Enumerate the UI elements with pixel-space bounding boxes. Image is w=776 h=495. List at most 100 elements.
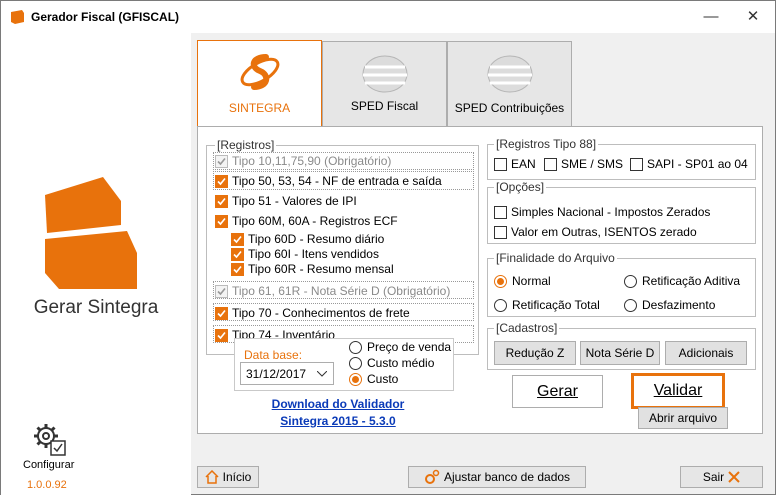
cadastros-legend: [Cadastros]: [494, 321, 560, 335]
tipo88-option-label: EAN: [511, 157, 536, 171]
checkbox[interactable]: [231, 232, 244, 246]
tab-sintegra[interactable]: SINTEGRA: [197, 40, 322, 127]
tipo88-option[interactable]: SME / SMS: [544, 156, 623, 172]
opcoes-option[interactable]: Simples Nacional - Impostos Zerados: [494, 204, 710, 220]
finalidade-option[interactable]: Normal: [494, 273, 551, 289]
version-label: 1.0.0.92: [27, 479, 67, 491]
close-button[interactable]: ✕: [743, 7, 763, 27]
tipo88-option[interactable]: SAPI - SP01 ao 04: [630, 156, 748, 172]
opcoes-option-label: Simples Nacional - Impostos Zerados: [511, 205, 711, 219]
inicio-label: Início: [222, 470, 252, 484]
registro-tipo-row-label: Tipo 51 - Valores de IPI: [232, 194, 357, 208]
registro-tipo-row[interactable]: Tipo 60D - Resumo diário: [231, 231, 384, 247]
inventario-option[interactable]: Preço de venda: [349, 339, 451, 355]
checkbox[interactable]: [544, 157, 557, 171]
abrir-arquivo-button[interactable]: Abrir arquivo: [638, 407, 728, 429]
registro-tipo-row[interactable]: Tipo 60R - Resumo mensal: [231, 261, 394, 277]
checkbox: [215, 284, 228, 298]
config-gear-icon[interactable]: [31, 421, 67, 457]
ajustar-banco-button[interactable]: Ajustar banco de dados: [408, 466, 586, 488]
checkbox[interactable]: [215, 306, 228, 320]
chevron-down-icon[interactable]: [317, 371, 327, 377]
registro-tipo-row[interactable]: Tipo 70 - Conhecimentos de frete: [215, 305, 410, 321]
inventario-option-label: Preço de venda: [367, 340, 452, 354]
nota-serie-d-button[interactable]: Nota Série D: [580, 341, 660, 365]
radio[interactable]: [624, 274, 637, 288]
tab-sped-contribuicoes[interactable]: SPED Contribuições: [447, 41, 572, 128]
registro-tipo-row[interactable]: Tipo 60I - Itens vendidos: [231, 246, 379, 262]
checkbox[interactable]: [215, 328, 228, 342]
registro-tipo-row-label: Tipo 60M, 60A - Registros ECF: [232, 214, 398, 228]
data-base-label: Data base:: [244, 348, 303, 362]
finalidade-option[interactable]: Desfazimento: [624, 297, 715, 313]
gerar-button[interactable]: Gerar: [512, 375, 603, 408]
radio[interactable]: [494, 274, 507, 288]
sair-button[interactable]: Sair: [680, 466, 763, 488]
inventario-option-label: Custo: [367, 372, 399, 386]
radio[interactable]: [494, 298, 507, 312]
finalidade-option[interactable]: Retificação Aditiva: [624, 273, 740, 289]
inventario-option[interactable]: Custo médio: [349, 355, 434, 371]
tab-sped-contribuicoes-label: SPED Contribuições: [454, 101, 565, 115]
radio[interactable]: [349, 356, 362, 370]
checkbox[interactable]: [494, 157, 507, 171]
checkbox[interactable]: [630, 157, 643, 171]
sidebar: Gerar Sintegra Configurar 1.0.0.92: [1, 33, 191, 495]
opcoes-option-label: Valor em Outras, ISENTOS zerado: [511, 225, 697, 239]
finalidade-option-label: Desfazimento: [642, 298, 716, 312]
registro-tipo-row: Tipo 61, 61R - Nota Série D (Obrigatório…: [215, 283, 450, 299]
inventario-option[interactable]: Custo: [349, 371, 398, 387]
finalidade-option-label: Retificação Aditiva: [642, 274, 741, 288]
registro-tipo-row-label: Tipo 70 - Conhecimentos de frete: [232, 306, 410, 320]
radio[interactable]: [349, 340, 362, 354]
download-validador-link[interactable]: Download do Validador Sintegra 2015 - 5.…: [249, 397, 427, 428]
registros-legend: [Registros]: [215, 138, 277, 152]
inicio-button[interactable]: Início: [197, 466, 259, 488]
opcoes-option[interactable]: Valor em Outras, ISENTOS zerado: [494, 224, 697, 240]
finalidade-option-label: Normal: [512, 274, 551, 288]
registro-tipo-row-label: Tipo 60R - Resumo mensal: [248, 262, 394, 276]
data-base-value: 31/12/2017: [246, 367, 307, 381]
reducao-z-button[interactable]: Redução Z: [494, 341, 576, 365]
checkbox[interactable]: [231, 247, 244, 261]
download-link-line2: Sintegra 2015 - 5.3.0: [280, 414, 396, 428]
registro-tipo-row-label: Tipo 10,11,75,90 (Obrigatório): [232, 154, 392, 168]
validar-button[interactable]: Validar: [631, 373, 725, 409]
sair-label: Sair: [702, 470, 725, 484]
window-title: Gerador Fiscal (GFISCAL): [31, 10, 180, 24]
registro-tipo-row[interactable]: Tipo 51 - Valores de IPI: [215, 193, 357, 209]
radio[interactable]: [624, 298, 637, 312]
gears-icon: [424, 469, 440, 484]
brand-logo-icon: [45, 177, 137, 289]
registro-tipo-row[interactable]: Tipo 50, 53, 54 - NF de entrada e saída: [215, 173, 442, 189]
checkbox[interactable]: [494, 225, 507, 239]
tipo88-option[interactable]: EAN: [494, 156, 536, 172]
registro-tipo-row[interactable]: Tipo 60M, 60A - Registros ECF: [215, 213, 398, 229]
checkbox[interactable]: [231, 262, 244, 276]
adicionais-button[interactable]: Adicionais: [665, 341, 747, 365]
ajustar-label: Ajustar banco de dados: [443, 470, 571, 484]
registro-tipo-row-label: Tipo 50, 53, 54 - NF de entrada e saída: [232, 174, 442, 188]
finalidade-legend: [Finalidade do Arquivo: [494, 251, 617, 265]
minimize-button[interactable]: —: [701, 7, 721, 27]
tab-sped-fiscal[interactable]: SPED Fiscal: [322, 41, 447, 128]
finalidade-option-label: Retificação Total: [512, 298, 600, 312]
registro-tipo-row-label: Tipo 60D - Resumo diário: [248, 232, 385, 246]
checkbox[interactable]: [215, 194, 228, 208]
tab-sped-fiscal-label: SPED Fiscal: [350, 99, 419, 113]
checkbox[interactable]: [215, 214, 228, 228]
data-base-input[interactable]: 31/12/2017: [240, 362, 334, 385]
app-icon: [11, 10, 24, 24]
checkbox[interactable]: [494, 205, 507, 219]
tipo88-option-label: SME / SMS: [561, 157, 624, 171]
opcoes-legend: [Opções]: [494, 180, 547, 194]
title-bar: Gerador Fiscal (GFISCAL) — ✕: [1, 1, 775, 33]
checkbox[interactable]: [215, 174, 228, 188]
radio[interactable]: [349, 372, 362, 386]
globe-icon: [487, 55, 532, 93]
finalidade-option[interactable]: Retificação Total: [494, 297, 600, 313]
config-label[interactable]: Configurar: [23, 459, 74, 471]
globe-icon: [362, 55, 407, 93]
tab-sintegra-label: SINTEGRA: [228, 101, 291, 115]
inventario-option-label: Custo médio: [367, 356, 435, 370]
